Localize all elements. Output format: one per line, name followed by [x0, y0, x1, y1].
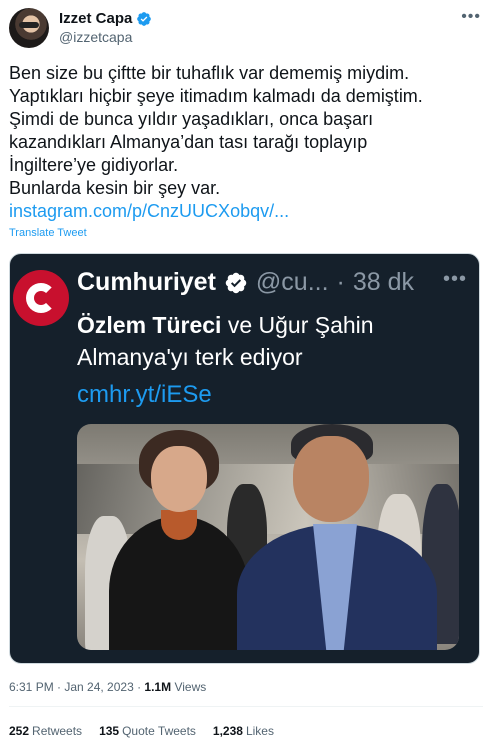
embedded-media-card[interactable]: Cumhuriyet @cu... · 38 dk ••• Özlem Türe… [9, 253, 480, 664]
quotes-label: Quote Tweets [122, 724, 196, 738]
tweet-link[interactable]: instagram.com/p/CnzUUCXobqv/... [9, 201, 289, 221]
embedded-dot: · [336, 268, 345, 296]
embedded-more-icon: ••• [442, 268, 467, 290]
likes-label: Likes [245, 724, 274, 738]
verified-badge-icon [225, 272, 247, 293]
translate-tweet-link[interactable]: Translate Tweet [9, 227, 87, 239]
divider [9, 706, 483, 707]
retweets-count: 252 [9, 724, 30, 738]
views-count: 1.1M [144, 680, 172, 694]
embedded-header: Cumhuriyet @cu... · 38 dk [77, 268, 414, 297]
author-name[interactable]: Izzet Capa [59, 10, 132, 27]
embedded-time: 38 dk [352, 268, 415, 296]
tweet-header: Izzet Capa @izzetcapa ••• [9, 8, 483, 50]
tweet-line: Ben size bu çiftte bir tuhaflık var deme… [9, 63, 410, 83]
embedded-bold-name: Özlem Türeci [77, 312, 222, 338]
embedded-line1-rest: ve Uğur Şahin [221, 312, 374, 338]
tweet-line: Yaptıkları hiçbir şeye itimadım kalmadı … [9, 86, 423, 106]
embedded-handle: @cu... [255, 268, 329, 296]
views-label: Views [171, 680, 207, 694]
embedded-line2: Almanya'yı terk ediyor [77, 344, 303, 370]
embedded-link: cmhr.yt/iESe [77, 381, 212, 408]
timestamp-text[interactable]: 6:31 PM · Jan 24, 2023 · [9, 680, 144, 694]
tweet-timestamp: 6:31 PM · Jan 24, 2023 · 1.1M Views [9, 680, 206, 694]
engagement-stats: 252 Retweets 135 Quote Tweets 1,238 Likes [9, 724, 274, 738]
author-name-line: Izzet Capa [59, 10, 152, 27]
tweet-line: Şimdi de bunca yıldır yaşadıkları, onca … [9, 109, 374, 129]
verified-badge-icon [137, 11, 152, 26]
embedded-photo [77, 424, 459, 650]
embedded-text: Özlem Türeci ve Uğur Şahin Almanya'yı te… [77, 309, 374, 373]
quotes-count: 135 [99, 724, 120, 738]
quote-tweets-stat[interactable]: 135 Quote Tweets [99, 724, 196, 738]
likes-count: 1,238 [212, 724, 243, 738]
author-avatar[interactable] [9, 8, 49, 48]
tweet-line: İngiltere’ye gidiyorlar. [9, 155, 179, 175]
likes-stat[interactable]: 1,238 Likes [213, 724, 274, 738]
retweets-stat[interactable]: 252 Retweets [9, 724, 82, 738]
retweets-label: Retweets [32, 724, 83, 738]
tweet-text: Ben size bu çiftte bir tuhaflık var deme… [9, 62, 483, 223]
cumhuriyet-logo [13, 270, 69, 326]
author-handle[interactable]: @izzetcapa [59, 29, 132, 45]
more-options-icon[interactable]: ••• [461, 8, 481, 26]
tweet-line: kazandıkları Almanya’dan tası tarağı top… [9, 132, 368, 152]
tweet-line: Bunlarda kesin bir şey var. [9, 178, 221, 198]
embedded-author-name: Cumhuriyet [77, 268, 216, 296]
